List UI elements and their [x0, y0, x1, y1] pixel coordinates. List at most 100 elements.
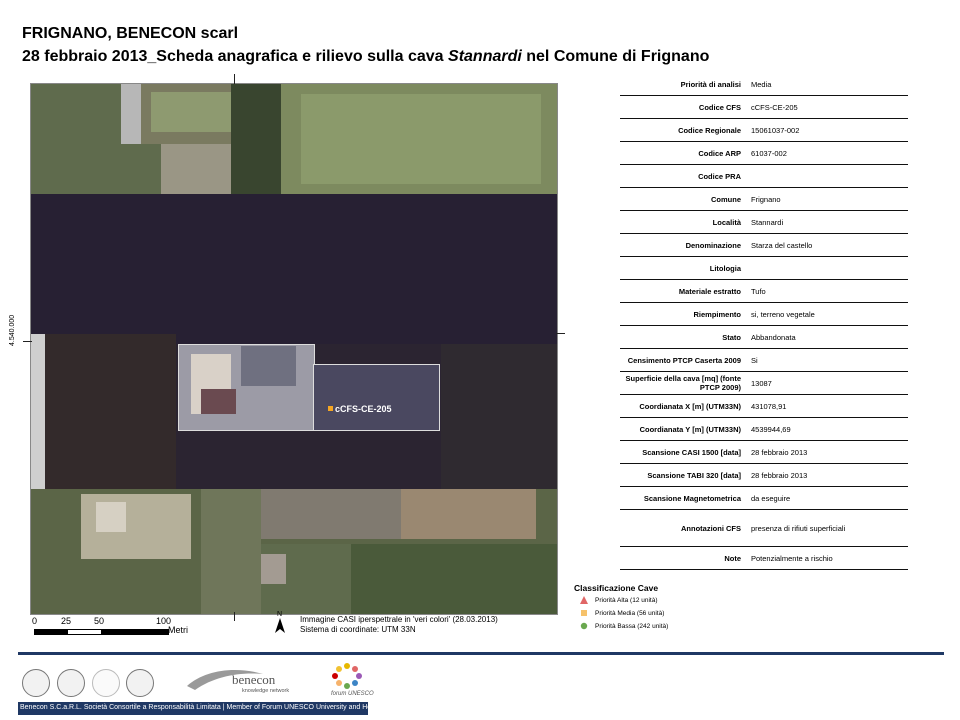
row-label: Scansione TABI 320 [data]: [647, 470, 741, 480]
triangle-icon: [580, 596, 588, 604]
row-value: Starza del castello: [751, 240, 813, 250]
table-row: Riempimento si, terreno vegetale: [620, 303, 908, 326]
row-label: Località: [712, 217, 741, 227]
row-label: Materiale estratto: [678, 286, 741, 296]
scale-segment: [101, 630, 168, 634]
row-value: Si: [751, 355, 758, 365]
partner-logo-seal: [22, 669, 50, 697]
title-prefix: 28 febbraio 2013_Scheda anagrafica e ril…: [22, 48, 449, 65]
table-row: Annotazioni CFS presenza di rifiuti super…: [620, 510, 908, 547]
footer-divider: [18, 652, 944, 655]
table-row: Denominazione Starza del castello: [620, 234, 908, 257]
row-label: Comune: [711, 194, 741, 204]
site-marker-icon: [328, 406, 333, 411]
row-value: Stannardi: [751, 217, 784, 227]
title-suffix: nel Comune di Frignano: [521, 48, 710, 65]
row-label: Priorità di analisi: [680, 79, 741, 89]
table-row: Scansione Magnetometrica da eseguire: [620, 487, 908, 510]
row-value: 431078,91: [751, 401, 787, 411]
row-value: 28 febbraio 2013: [751, 470, 808, 480]
benecon-logo-subtitle: knowledge network: [242, 688, 290, 694]
row-value: 28 febbraio 2013: [751, 447, 808, 457]
title-quarry-name: Stannardi: [448, 48, 522, 65]
caption-line: Sistema di coordinate: UTM 33N: [300, 625, 416, 634]
row-value: si, terreno vegetale: [751, 309, 815, 319]
row-label: Codice PRA: [698, 171, 741, 181]
row-value: presenza di rifiuti superficiali: [751, 523, 846, 533]
row-label: Riempimento: [693, 309, 741, 319]
partner-logo-seal: [92, 669, 120, 697]
row-label: Coordianata Y [m] (UTM33N): [639, 424, 741, 434]
scale-bar-graphic: [34, 629, 169, 635]
north-letter: N: [277, 611, 282, 618]
table-row: Priorità di analisi Media: [620, 73, 908, 96]
row-label: Codice CFS: [698, 102, 741, 112]
row-label: Note: [724, 553, 741, 563]
page-title-line2: 28 febbraio 2013_Scheda anagrafica e ril…: [22, 48, 709, 66]
table-row: Codice PRA: [620, 165, 908, 188]
scale-unit: Metri: [168, 625, 188, 635]
row-value: 61037-002: [751, 148, 787, 158]
table-row: Scansione TABI 320 [data] 28 febbraio 201…: [620, 464, 908, 487]
map-tick-right: [556, 333, 565, 334]
map-tick-top: [234, 74, 235, 84]
row-label: Scansione CASI 1500 [data]: [642, 447, 741, 457]
footer-text: Benecon S.C.a.R.L. Società Consortile a …: [20, 704, 389, 711]
row-value: cCFS-CE-205: [751, 102, 798, 112]
table-row: Scansione CASI 1500 [data] 28 febbraio 20…: [620, 441, 908, 464]
row-label: Litologia: [709, 263, 741, 273]
row-label: Censimento PTCP Caserta 2009: [627, 355, 741, 365]
legend-item: Priorità Media (56 unità): [580, 609, 668, 617]
row-label: Stato: [722, 332, 741, 342]
row-label: Coordianata X [m] (UTM33N): [639, 401, 741, 411]
scale-segment: [35, 630, 68, 634]
row-label: Codice Regionale: [678, 125, 741, 135]
benecon-logo-text: benecon: [232, 672, 276, 687]
table-row: Coordianata Y [m] (UTM33N) 4539944,69: [620, 418, 908, 441]
row-value: Potenzialmente a rischio: [751, 553, 833, 563]
legend-label: Priorità Alta (12 unità): [595, 596, 658, 604]
scale-tick-label: 50: [94, 616, 105, 626]
legend-title: Classificazione Cave: [574, 583, 659, 593]
map-coordinate-label: 4.540.000: [9, 314, 16, 346]
row-label: Codice ARP: [698, 148, 741, 158]
table-row: Codice ARP 61037-002: [620, 142, 908, 165]
row-value: 13087: [751, 378, 772, 388]
caption-line: Immagine CASI iperspettrale in 'veri col…: [300, 615, 498, 624]
table-row: Superficie della cava [mq] (fonte PTCP 2…: [620, 372, 908, 395]
table-row: Litologia: [620, 257, 908, 280]
map-caption: Immagine CASI iperspettrale in 'veri col…: [300, 615, 498, 635]
page-title-line1: FRIGNANO, BENECON scarl: [22, 25, 239, 42]
row-label: Superficie della cava [mq] (fonte PTCP 2…: [625, 374, 741, 392]
table-row: Note Potenzialmente a rischio: [620, 547, 908, 570]
row-label: Denominazione: [685, 240, 741, 250]
forum-unesco-logo-text: forum UNESCO: [331, 691, 374, 697]
table-row: Località Stannardi: [620, 211, 908, 234]
scale-tick-label: 25: [61, 616, 72, 626]
partner-logo-seal: [57, 669, 85, 697]
legend-item: Priorità Bassa (242 unità): [580, 622, 668, 630]
site-label: cCFS-CE-205: [335, 404, 392, 414]
scale-bar: 0 25 50 100 Metri: [30, 613, 270, 643]
row-value: Tufo: [751, 286, 766, 296]
row-value: Media: [751, 79, 772, 89]
table-row: Codice CFS cCFS-CE-205: [620, 96, 908, 119]
row-value: 4539944,69: [751, 424, 791, 434]
north-arrow-icon: N: [272, 609, 288, 635]
circle-icon: [580, 622, 588, 630]
row-label: Annotazioni CFS: [681, 523, 741, 533]
legend-item: Priorità Alta (12 unità): [580, 596, 668, 604]
row-value: da eseguire: [751, 493, 791, 503]
table-row: Censimento PTCP Caserta 2009 Si: [620, 349, 908, 372]
row-value: Abbandonata: [751, 332, 796, 342]
row-label: Scansione Magnetometrica: [643, 493, 741, 503]
table-row: Coordianata X [m] (UTM33N) 431078,91: [620, 395, 908, 418]
table-row: Codice Regionale 15061037-002: [620, 119, 908, 142]
legend-label: Priorità Bassa (242 unità): [595, 622, 669, 630]
quarry-info-table: Priorità di analisi Media Codice CFS cCFS-C…: [620, 73, 908, 570]
table-row: Stato Abbandonata: [620, 326, 908, 349]
row-value: 15061037-002: [751, 125, 800, 135]
table-row: Materiale estratto Tufo: [620, 280, 908, 303]
scale-tick-label: 0: [32, 616, 38, 626]
aerial-map: [30, 83, 558, 615]
